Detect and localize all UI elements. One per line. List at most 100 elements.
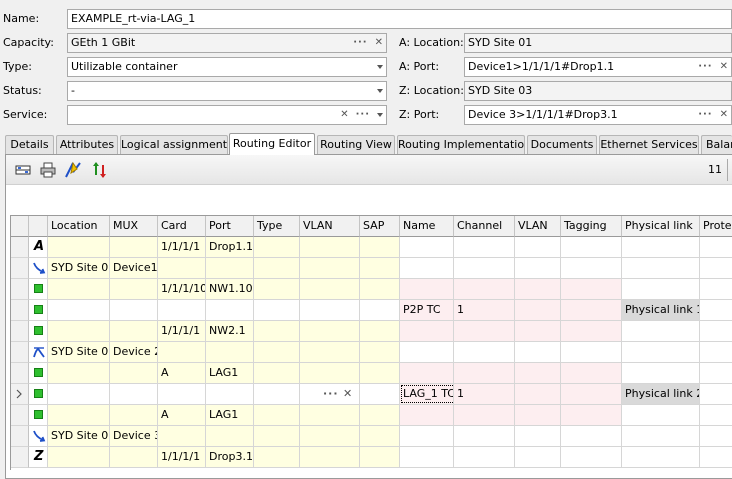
status-select[interactable]: -	[67, 81, 387, 101]
cell-name[interactable]	[400, 405, 454, 426]
cell-type[interactable]	[254, 321, 300, 342]
cell-channel[interactable]	[454, 321, 515, 342]
cell-vlan[interactable]	[300, 258, 360, 279]
cell-port[interactable]: LAG1	[206, 405, 254, 426]
table-row[interactable]: SYD Site 03 Device 3	[11, 426, 732, 447]
capacity-clear-icon[interactable]: ✕	[375, 34, 383, 52]
a-port-clear-icon[interactable]: ✕	[720, 58, 728, 76]
cell-card[interactable]	[158, 384, 206, 405]
cell-location[interactable]	[48, 300, 110, 321]
cell-physical-link[interactable]: Physical link 1	[622, 300, 700, 321]
table-row[interactable]: Z 1/1/1/1 Drop3.1	[11, 447, 732, 468]
cell-location[interactable]	[48, 237, 110, 258]
cell-protection[interactable]	[700, 426, 732, 447]
cell-vlan-2[interactable]	[515, 300, 561, 321]
cell-card[interactable]: 1/1/1/1	[158, 237, 206, 258]
cell-tagging[interactable]	[561, 405, 622, 426]
cell-port[interactable]: Drop3.1	[206, 447, 254, 468]
service-clear-icon[interactable]: ✕	[340, 106, 348, 124]
cell-vlan[interactable]	[300, 363, 360, 384]
cell-vlan-2[interactable]	[515, 405, 561, 426]
cell-physical-link[interactable]	[622, 237, 700, 258]
cell-protection[interactable]	[700, 258, 732, 279]
cell-location[interactable]	[48, 405, 110, 426]
cell-vlan-2[interactable]	[515, 321, 561, 342]
cell-name[interactable]: P2P TC	[400, 300, 454, 321]
cell-type[interactable]	[254, 384, 300, 405]
cell-vlan-2[interactable]	[515, 384, 561, 405]
cell-physical-link[interactable]	[622, 321, 700, 342]
tab-details[interactable]: Details	[5, 135, 54, 154]
cell-port[interactable]: LAG1	[206, 363, 254, 384]
table-row[interactable]: P2P TC 1 Physical link 1	[11, 300, 732, 321]
cell-tagging[interactable]	[561, 258, 622, 279]
cell-sap[interactable]	[360, 405, 400, 426]
cell-card[interactable]	[158, 426, 206, 447]
cell-tagging[interactable]	[561, 321, 622, 342]
cell-card[interactable]: 1/1/1/1	[158, 447, 206, 468]
status-chevron-down-icon[interactable]	[377, 89, 383, 93]
cell-name[interactable]	[400, 426, 454, 447]
cell-name[interactable]	[400, 363, 454, 384]
cell-mux[interactable]: Device 3	[110, 426, 158, 447]
cell-sap[interactable]	[360, 258, 400, 279]
cell-port[interactable]: Drop1.1	[206, 237, 254, 258]
z-port-clear-icon[interactable]: ✕	[720, 106, 728, 124]
col-location[interactable]: Location	[48, 216, 110, 237]
cell-type[interactable]	[254, 342, 300, 363]
cell-vlan[interactable]	[300, 237, 360, 258]
cell-sap[interactable]	[360, 279, 400, 300]
table-row[interactable]: A LAG1	[11, 363, 732, 384]
vlan-browse-icon[interactable]: ···	[323, 384, 339, 404]
cell-protection[interactable]	[700, 237, 732, 258]
cell-tagging[interactable]	[561, 237, 622, 258]
service-browse-icon[interactable]: ···	[356, 106, 370, 124]
service-field[interactable]: ✕ ···	[67, 105, 387, 125]
cell-channel[interactable]	[454, 258, 515, 279]
cell-location[interactable]	[48, 363, 110, 384]
table-row[interactable]: SYD Site 01 Device1	[11, 258, 732, 279]
cell-card[interactable]: 1/1/1/1	[158, 321, 206, 342]
col-card[interactable]: Card	[158, 216, 206, 237]
cell-channel[interactable]: 1	[454, 384, 515, 405]
cell-physical-link[interactable]	[622, 258, 700, 279]
col-name[interactable]: Name	[400, 216, 454, 237]
cell-vlan-2[interactable]	[515, 447, 561, 468]
col-channel[interactable]: Channel	[454, 216, 515, 237]
cell-mux[interactable]	[110, 405, 158, 426]
type-select[interactable]: Utilizable container	[67, 57, 387, 77]
cell-port[interactable]	[206, 300, 254, 321]
cell-port[interactable]: NW2.1	[206, 321, 254, 342]
col-physical-link[interactable]: Physical link	[622, 216, 700, 237]
cell-name[interactable]	[400, 258, 454, 279]
cell-channel[interactable]	[454, 237, 515, 258]
cell-name[interactable]	[400, 237, 454, 258]
capacity-browse-icon[interactable]: ···	[353, 34, 367, 52]
cell-name[interactable]: LAG_1 TC	[400, 384, 454, 405]
cell-sap[interactable]	[360, 447, 400, 468]
cell-name[interactable]	[400, 342, 454, 363]
tab-routing-implementation[interactable]: Routing Implementation	[397, 135, 525, 154]
table-row[interactable]: A LAG1	[11, 405, 732, 426]
cell-tagging[interactable]	[561, 363, 622, 384]
cell-mux[interactable]: Device1	[110, 258, 158, 279]
cell-port[interactable]	[206, 342, 254, 363]
sort-icon[interactable]	[91, 161, 109, 179]
col-vlan[interactable]: VLAN	[300, 216, 360, 237]
cell-physical-link[interactable]	[622, 363, 700, 384]
cell-vlan[interactable]	[300, 342, 360, 363]
cell-tagging[interactable]	[561, 447, 622, 468]
col-port[interactable]: Port	[206, 216, 254, 237]
tab-documents[interactable]: Documents	[527, 135, 597, 154]
col-mux[interactable]: MUX	[110, 216, 158, 237]
cell-sap[interactable]	[360, 363, 400, 384]
name-field[interactable]: EXAMPLE_rt-via-LAG_1	[67, 9, 732, 29]
cell-card[interactable]	[158, 258, 206, 279]
type-chevron-down-icon[interactable]	[377, 65, 383, 69]
col-sap[interactable]: SAP	[360, 216, 400, 237]
cell-physical-link[interactable]	[622, 426, 700, 447]
cell-tagging[interactable]	[561, 384, 622, 405]
cell-vlan-2[interactable]	[515, 258, 561, 279]
tab-routing-editor[interactable]: Routing Editor	[229, 133, 315, 155]
col-vlan-2[interactable]: VLAN	[515, 216, 561, 237]
